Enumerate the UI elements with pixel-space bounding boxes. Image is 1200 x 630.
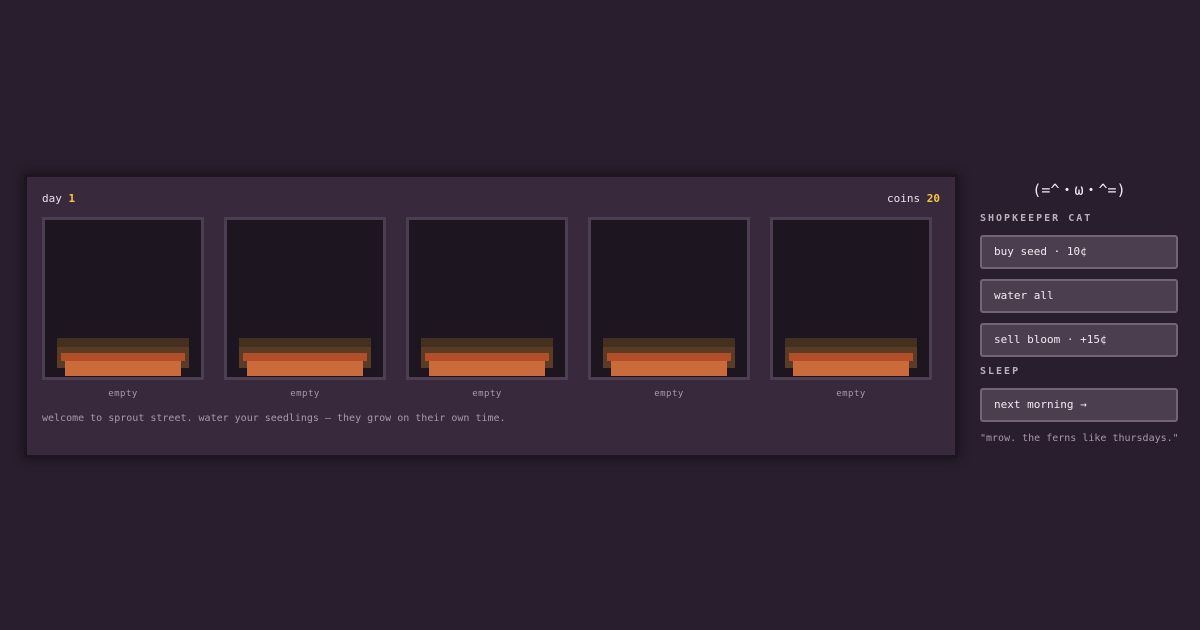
pot-rim [785,338,917,347]
cat-face-icon: (=^・ω・^=) [1032,181,1126,199]
buy-seed-button[interactable]: buy seed · 10¢ [980,235,1178,269]
cat-quote: "mrow. the ferns like thursdays." [980,433,1179,444]
garden-plot-3[interactable] [406,217,568,380]
day-value: 1 [68,192,76,205]
status-message: welcome to sprout street. water your see… [42,413,506,424]
plot-2-status: empty [290,389,320,399]
pot-band [607,353,731,361]
garden-plot-2[interactable] [224,217,386,380]
pot-icon [611,361,727,376]
pot-rim [239,338,371,347]
plot-5-status: empty [836,389,866,399]
garden-plot-4[interactable] [588,217,750,380]
plot-1-status: empty [108,389,138,399]
coins-label: coins [887,192,921,205]
pot-icon [429,361,545,376]
pot-icon [247,361,363,376]
plot-4-status: empty [654,389,684,399]
pot-band [425,353,549,361]
garden-plot-1[interactable] [42,217,204,380]
shop-title: SHOPKEEPER CAT [980,213,1093,224]
plot-3-status: empty [472,389,502,399]
shop-sidebar: (=^・ω・^=) SHOPKEEPER CAT buy seed · 10¢ … [980,180,1179,444]
pot-band [61,353,185,361]
pot-icon [793,361,909,376]
coins-value: 20 [926,192,940,205]
water-all-button[interactable]: water all [980,279,1178,313]
garden-board: day 1 coins 20 empty empty empty empty e… [24,174,958,458]
day-counter: day 1 [42,192,75,205]
pot-band [789,353,913,361]
pot-rim [603,338,735,347]
pot-band [243,353,367,361]
sleep-title: SLEEP [980,366,1021,377]
sell-bloom-button[interactable]: sell bloom · +15¢ [980,323,1178,357]
garden-plot-5[interactable] [770,217,932,380]
pot-rim [421,338,553,347]
coin-counter: coins 20 [887,192,940,205]
pot-rim [57,338,189,347]
day-label: day [42,192,62,205]
pot-icon [65,361,181,376]
next-morning-button[interactable]: next morning → [980,388,1178,422]
